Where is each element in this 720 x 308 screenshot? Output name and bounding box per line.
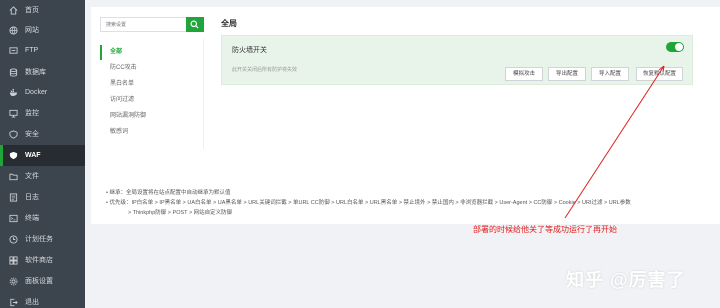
annotation-arrow <box>564 65 665 219</box>
annotation-text: 部署的时候给他关了等成功运行了再开始 <box>473 225 617 234</box>
watermark: 知乎 @厉害了 <box>566 270 686 290</box>
